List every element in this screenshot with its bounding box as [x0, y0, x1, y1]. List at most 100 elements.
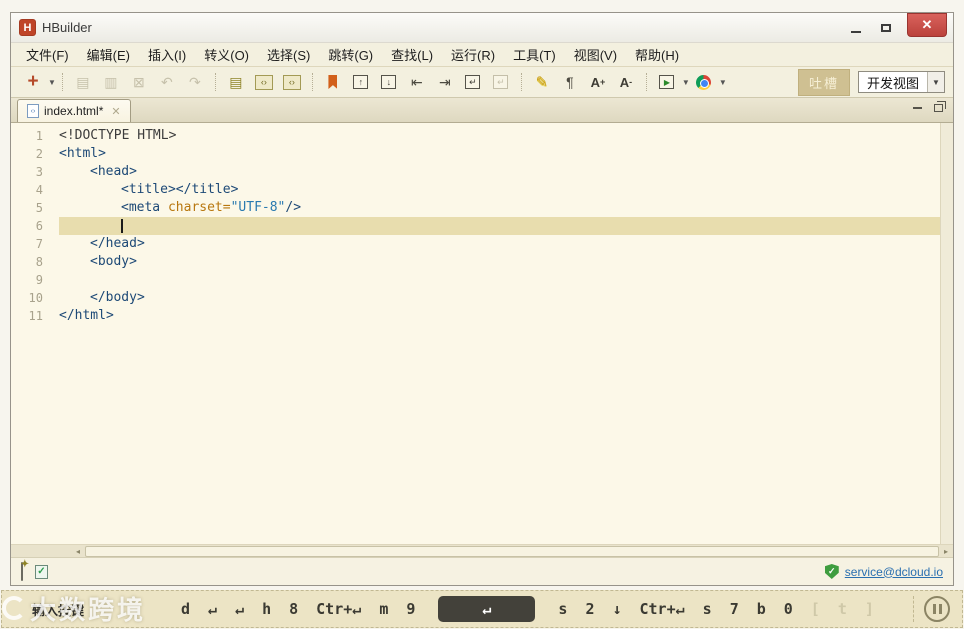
menu-item[interactable]: 视图(V) — [565, 43, 626, 66]
toolbar-separator — [311, 73, 313, 91]
jump-line-end-icon[interactable]: ⇥ — [434, 71, 456, 93]
keycast-key: Ctr+↵ — [316, 600, 362, 618]
maximize-icon — [881, 24, 891, 32]
maximize-button[interactable] — [871, 17, 901, 39]
code-line[interactable]: 4 <title></title> — [11, 181, 940, 199]
keycast-key: [ — [810, 600, 820, 618]
menu-item[interactable]: 编辑(E) — [78, 43, 139, 66]
line-number: 5 — [35, 201, 43, 215]
run-in-browser-dropdown-icon[interactable]: ▼ — [682, 78, 690, 87]
code-block-icon[interactable]: ‹› — [281, 71, 303, 93]
code-line[interactable]: 6 — [11, 217, 940, 235]
minimize-button[interactable] — [841, 17, 871, 39]
code-line[interactable]: 2 <html> — [11, 145, 940, 163]
line-content — [59, 217, 940, 235]
line-content — [59, 271, 940, 289]
highlighter-icon[interactable]: ✎ — [531, 71, 553, 93]
keycast-key: m — [379, 600, 389, 618]
main-toolbar: + ▼ ▤ ▥ ⊠ ↶ ↷ ▤ ‹› ‹› ↑ ↓ ⇤ ⇥ ↵ ↵ ✎ ¶ A + A - ▶ ▼ ▼ 吐槽 开发视图 ▼ — [11, 67, 953, 98]
keycast-key: ] — [864, 600, 874, 618]
toolbar-separator — [214, 73, 216, 91]
tab-label: index.html* — [44, 104, 104, 118]
desktop-screen: H HBuilder ✕ 文件(F) 编辑(E) 插入(I) 转义(O) 选择(S) 跳转… — [0, 0, 964, 629]
clipboard-check-button[interactable]: ✓ — [35, 564, 48, 579]
device-sync-button[interactable]: ✦ — [21, 559, 29, 581]
line-number: 11 — [28, 309, 43, 323]
keycast-key: 8 — [289, 600, 299, 618]
soft-wrap-off-icon: ↵ — [490, 71, 512, 93]
tab-close-icon[interactable]: ✕ — [111, 105, 120, 118]
save-icon: ▤ — [76, 73, 90, 90]
chevron-down-icon[interactable]: ▼ — [927, 72, 944, 92]
keycast-keys: d ↵ ↵ h 8 Ctr+↵ m 9 ↵ s 2 ↓ Ctr+↵ s 7 b 0[t] — [172, 596, 883, 622]
keycast-key: 9 — [406, 600, 416, 618]
code-line[interactable]: 10 </body> — [11, 289, 940, 307]
new-file-icon[interactable]: + — [22, 71, 44, 93]
new-file-dropdown-icon[interactable]: ▼ — [48, 78, 56, 87]
line-content: <meta charset="UTF-8"/> — [121, 200, 302, 215]
menu-item[interactable]: 文件(F) — [17, 43, 78, 66]
code-line[interactable]: 1 <!DOCTYPE HTML> — [11, 127, 940, 145]
hbuilder-window: H HBuilder ✕ 文件(F) 编辑(E) 插入(I) 转义(O) 选择(S) 跳转… — [10, 12, 954, 586]
text-cursor — [121, 219, 123, 233]
modified-indicator: * — [98, 104, 104, 118]
run-in-chrome-icon[interactable] — [693, 71, 715, 93]
menu-item[interactable]: 选择(S) — [258, 43, 319, 66]
menu-item[interactable]: 工具(T) — [504, 43, 565, 66]
line-number: 1 — [35, 129, 43, 143]
show-whitespace-icon[interactable]: ¶ — [559, 71, 581, 93]
scroll-left-arrow-icon[interactable]: ◂ — [71, 546, 85, 557]
menu-item[interactable]: 转义(O) — [195, 43, 258, 66]
keycast-key: 0 — [783, 600, 793, 618]
editor-tab-bar: ‹› index.html* ✕ — [11, 98, 953, 123]
trust-shield-icon: ✓ — [824, 564, 839, 579]
keycast-bar: 输入按键 d ↵ ↵ h 8 Ctr+↵ m 9 ↵ s 2 ↓ Ctr+↵ s 7 b 0[t] — [1, 590, 963, 628]
menu-item[interactable]: 运行(R) — [442, 43, 504, 66]
tab-index-html[interactable]: ‹› index.html* ✕ — [17, 99, 131, 122]
vertical-scrollbar[interactable] — [940, 123, 953, 544]
outline-icon[interactable]: ▤ — [225, 71, 247, 93]
pane-restore-icon[interactable] — [934, 101, 946, 112]
scroll-right-arrow-icon[interactable]: ▸ — [939, 546, 953, 557]
code-line[interactable]: 3 <head> — [11, 163, 940, 181]
code-line[interactable]: 7 </head> — [11, 235, 940, 253]
code-area[interactable]: 1 <!DOCTYPE HTML> 2 <html> 3 <head> 4 <title></… — [11, 123, 940, 544]
bookmark-icon[interactable] — [322, 71, 344, 93]
menu-item[interactable]: 查找(L) — [382, 43, 442, 66]
window-title: HBuilder — [42, 20, 92, 35]
undo-icon: ↶ — [161, 73, 173, 90]
line-number: 3 — [35, 165, 43, 179]
plus-badge-icon: ✦ — [20, 558, 29, 570]
view-mode-select[interactable]: 开发视图 ▼ — [857, 71, 945, 93]
soft-wrap-icon[interactable]: ↵ — [462, 71, 484, 93]
doc-up-icon[interactable]: ↑ — [350, 71, 372, 93]
code-editor[interactable]: 1 <!DOCTYPE HTML> 2 <html> 3 <head> 4 <title></… — [11, 123, 953, 544]
code-line[interactable]: 9 — [11, 271, 940, 289]
pause-button[interactable] — [924, 596, 950, 622]
code-line[interactable]: 5 <meta charset="UTF-8"/> — [11, 199, 940, 217]
run-in-browser-icon[interactable]: ▶ — [656, 71, 678, 93]
menu-item[interactable]: 插入(I) — [139, 43, 195, 66]
horizontal-scrollbar[interactable]: ◂ ▸ — [11, 544, 953, 557]
service-email-link[interactable]: service@dcloud.io — [845, 565, 943, 579]
font-decrease-icon[interactable]: A- — [615, 71, 637, 93]
run-in-chrome-dropdown-icon[interactable]: ▼ — [719, 78, 727, 87]
toolbar-separator — [520, 73, 522, 91]
close-button[interactable]: ✕ — [907, 13, 947, 37]
keycast-key: 7 — [729, 600, 739, 618]
keycast-key: d — [181, 600, 191, 618]
title-bar[interactable]: H HBuilder ✕ — [11, 13, 953, 43]
code-line[interactable]: 11 </html> — [11, 307, 940, 325]
horizontal-scroll-thumb[interactable] — [85, 545, 939, 557]
code-line[interactable]: 8 <body> — [11, 253, 940, 271]
menu-item[interactable]: 跳转(G) — [319, 43, 382, 66]
jump-line-start-icon[interactable]: ⇤ — [406, 71, 428, 93]
font-increase-icon[interactable]: A + — [587, 71, 609, 93]
code-assist-icon[interactable]: ‹› — [253, 71, 275, 93]
tucao-button[interactable]: 吐槽 — [797, 68, 850, 96]
doc-down-icon[interactable]: ↓ — [378, 71, 400, 93]
menu-item[interactable]: 帮助(H) — [626, 43, 688, 66]
pane-minimize-icon[interactable] — [913, 107, 922, 109]
toolbar-separator — [645, 73, 647, 91]
keycast-key: Ctr+↵ — [639, 600, 685, 618]
